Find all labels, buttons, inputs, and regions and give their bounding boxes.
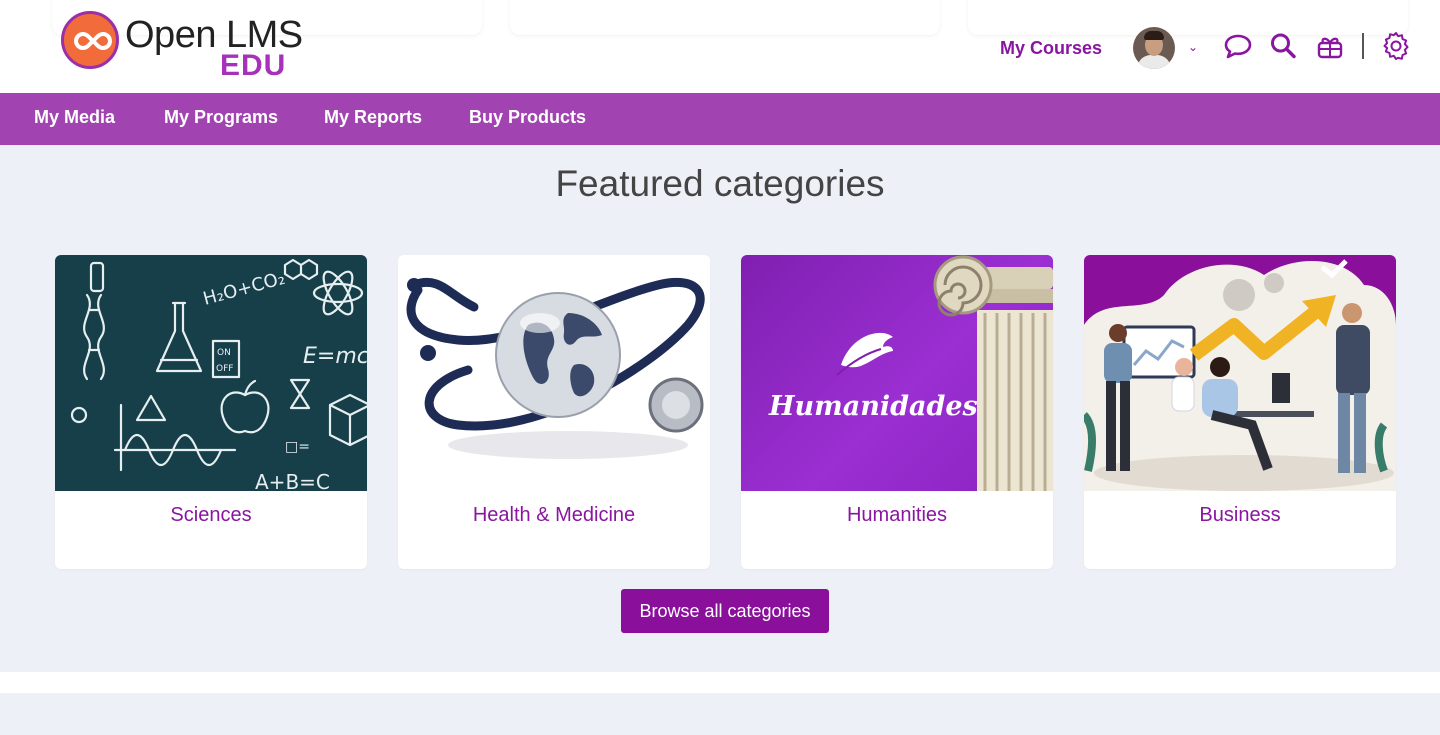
category-card-sciences[interactable]: H₂O+CO₂ E=mc ON OFF A+B=C □= Sciences [55, 255, 367, 569]
svg-text:A+B=C: A+B=C [255, 470, 330, 491]
my-courses-link[interactable]: My Courses [1000, 38, 1102, 59]
footer-band [0, 672, 1440, 693]
category-image-sciences: H₂O+CO₂ E=mc ON OFF A+B=C □= [55, 255, 367, 491]
header-divider [1362, 33, 1364, 59]
humanities-image-text: Humanidades [769, 391, 978, 422]
nav-item-buy-products[interactable]: Buy Products [469, 107, 586, 128]
nav-item-my-reports[interactable]: My Reports [324, 107, 422, 128]
category-card-business[interactable]: Business [1084, 255, 1396, 569]
category-image-health-medicine [398, 255, 710, 491]
search-icon[interactable] [1268, 31, 1298, 61]
svg-text:E=mc: E=mc [303, 344, 367, 369]
logo-subtext: EDU [220, 49, 287, 82]
header-panel [968, 0, 1408, 35]
main-nav: My Media My Programs My Reports Buy Prod… [0, 93, 1440, 145]
header-panel [510, 0, 940, 35]
nav-item-my-programs[interactable]: My Programs [164, 107, 278, 128]
nav-item-my-media[interactable]: My Media [34, 107, 115, 128]
site-header: Open LMS EDU My Courses ⌄ [0, 0, 1440, 93]
logo-icon [61, 11, 119, 69]
category-label: Humanities [846, 504, 948, 526]
gift-icon[interactable] [1315, 31, 1345, 61]
category-image-humanities: Humanidades [741, 255, 1053, 491]
category-label: Sciences [170, 504, 252, 526]
category-card-health-medicine[interactable]: Health & Medicine [398, 255, 710, 569]
svg-text:□=: □= [285, 439, 310, 455]
browse-all-categories-button[interactable]: Browse all categories [621, 589, 829, 633]
chevron-down-icon[interactable]: ⌄ [1188, 40, 1198, 54]
category-label: Business [1199, 504, 1281, 526]
svg-text:ON: ON [217, 348, 231, 358]
category-label: Health & Medicine [472, 504, 636, 526]
page-title: Featured categories [555, 163, 885, 204]
avatar[interactable] [1133, 27, 1175, 69]
svg-text:OFF: OFF [216, 364, 233, 374]
gear-icon[interactable] [1381, 31, 1411, 61]
category-card-humanities[interactable]: Humanidades Humanities [741, 255, 1053, 569]
category-image-business [1084, 255, 1396, 491]
chat-icon[interactable] [1223, 31, 1253, 61]
